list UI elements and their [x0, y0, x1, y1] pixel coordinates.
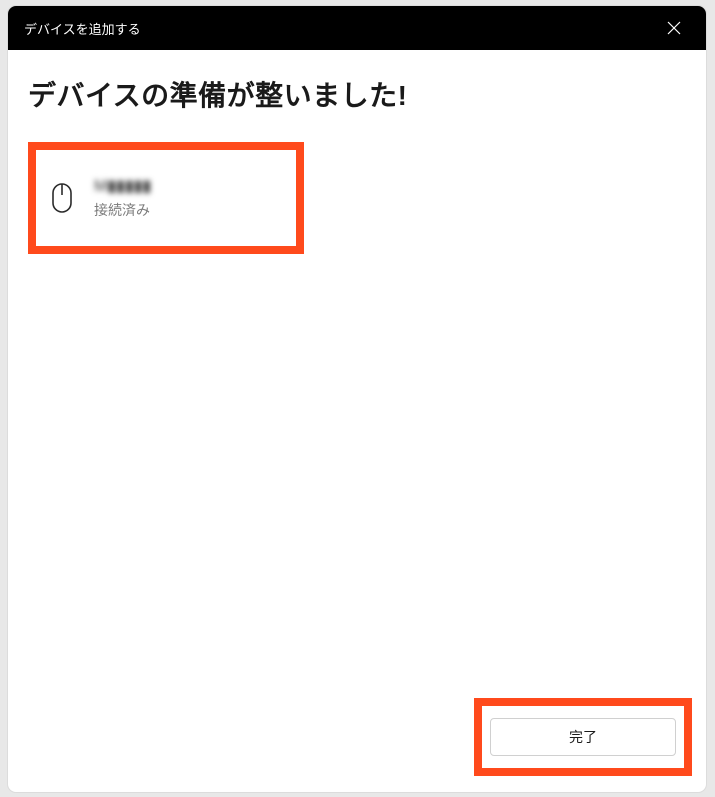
device-name: M▮▮▮▮▮ — [94, 176, 151, 196]
done-button-highlight: 完了 — [474, 698, 692, 776]
done-button[interactable]: 完了 — [490, 718, 676, 756]
close-button[interactable] — [658, 12, 690, 44]
dialog-content: デバイスの準備が整いました! M▮▮▮▮▮ 接続済み 完了 — [8, 50, 706, 792]
titlebar: デバイスを追加する — [8, 6, 706, 50]
dialog-title: デバイスを追加する — [24, 19, 141, 38]
device-card[interactable]: M▮▮▮▮▮ 接続済み — [36, 150, 296, 246]
device-status: 接続済み — [94, 200, 151, 220]
device-info: M▮▮▮▮▮ 接続済み — [94, 176, 151, 220]
page-title: デバイスの準備が整いました! — [28, 74, 686, 114]
device-card-highlight: M▮▮▮▮▮ 接続済み — [28, 142, 304, 254]
mouse-icon — [44, 180, 80, 216]
dialog-footer: 完了 — [474, 698, 692, 776]
close-icon — [667, 21, 681, 35]
add-device-dialog: デバイスを追加する デバイスの準備が整いました! M▮▮▮▮▮ 接続済み — [8, 6, 706, 792]
